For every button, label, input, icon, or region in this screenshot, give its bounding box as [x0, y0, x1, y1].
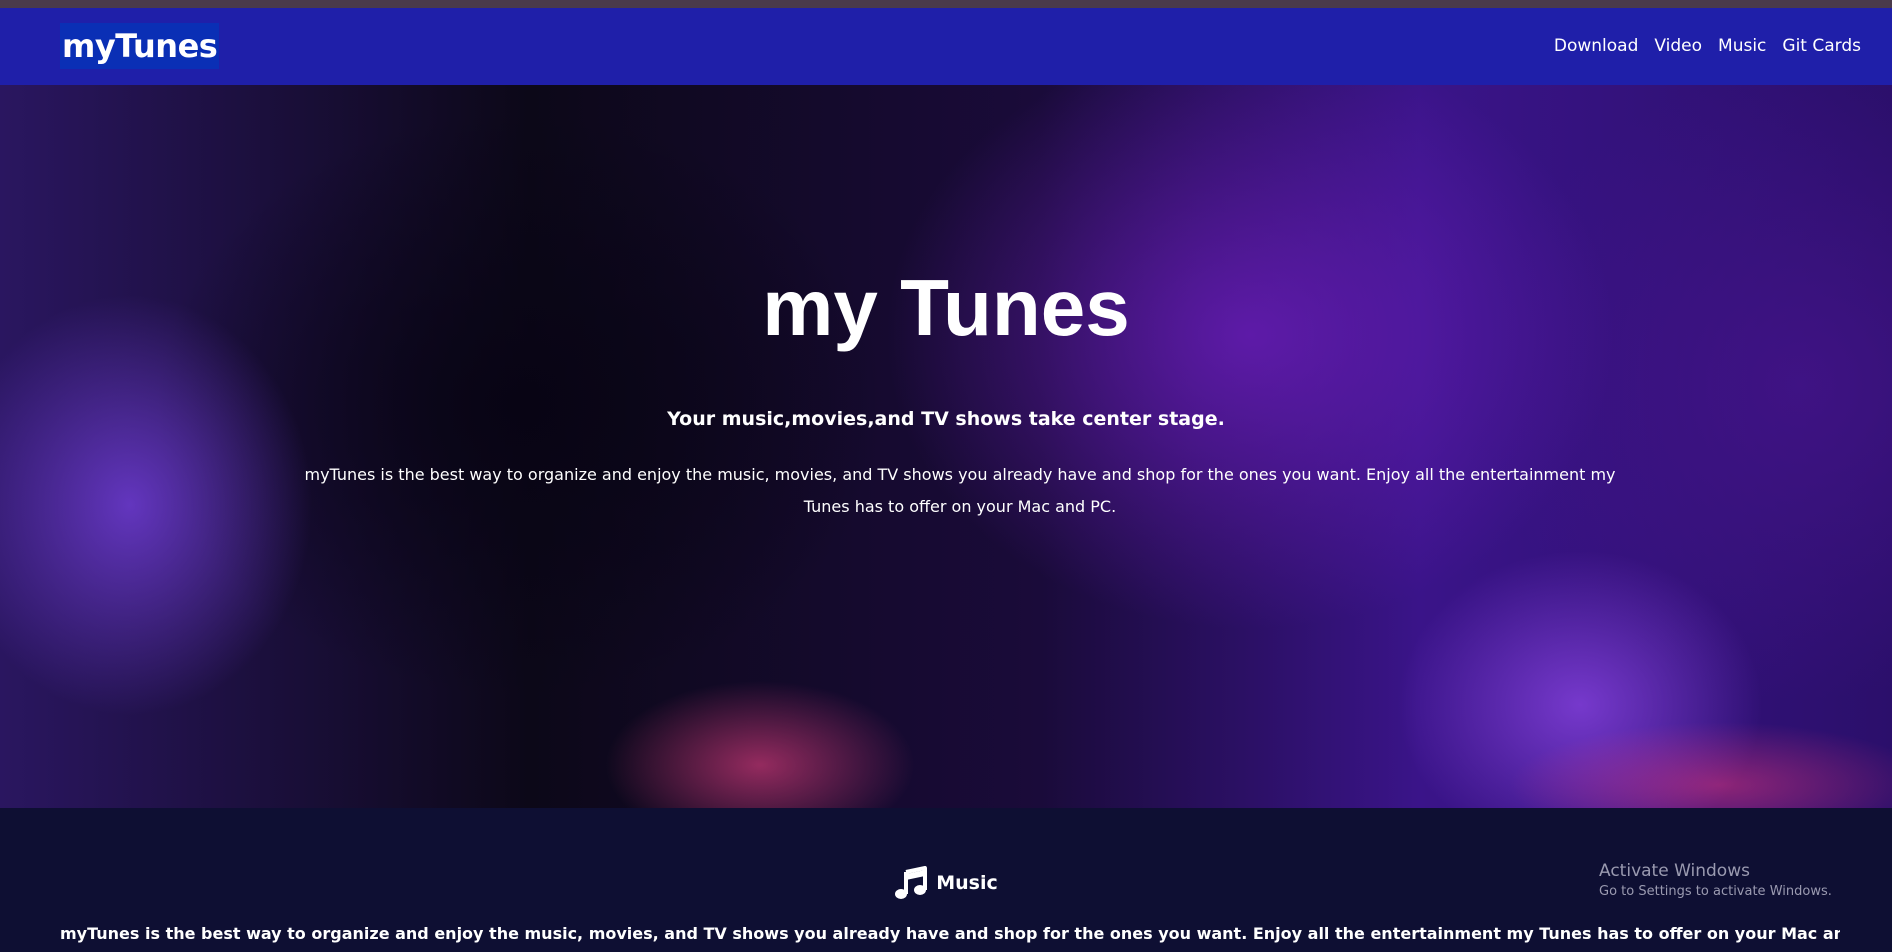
nav-link-music[interactable]: Music [1718, 34, 1766, 58]
nav-link-download[interactable]: Download [1554, 34, 1639, 58]
hero-section: my Tunes Your music,movies,and TV shows … [0, 85, 1892, 808]
watermark-title: Activate Windows [1599, 861, 1750, 881]
nav-links: Download Video Music Git Cards [1554, 34, 1861, 58]
hero-title: my Tunes [762, 263, 1130, 352]
nav-link-gift-cards[interactable]: Git Cards [1782, 34, 1861, 58]
music-section-title: Music [936, 872, 998, 894]
watermark-subtitle: Go to Settings to activate Windows. [1599, 884, 1832, 899]
hero-subtitle: Your music,movies,and TV shows take cent… [667, 408, 1225, 430]
window-top-strip [0, 0, 1892, 8]
music-section-text: myTunes is the best way to organize and … [60, 924, 1840, 943]
hero-description: myTunes is the best way to organize and … [304, 465, 1616, 516]
music-note-icon [894, 866, 928, 900]
activate-windows-watermark: Activate Windows Go to Settings to activ… [1599, 860, 1832, 902]
nav-link-video[interactable]: Video [1654, 34, 1702, 58]
brand-logo[interactable]: myTunes [60, 23, 220, 69]
navbar: myTunes Download Video Music Git Cards [0, 8, 1892, 85]
